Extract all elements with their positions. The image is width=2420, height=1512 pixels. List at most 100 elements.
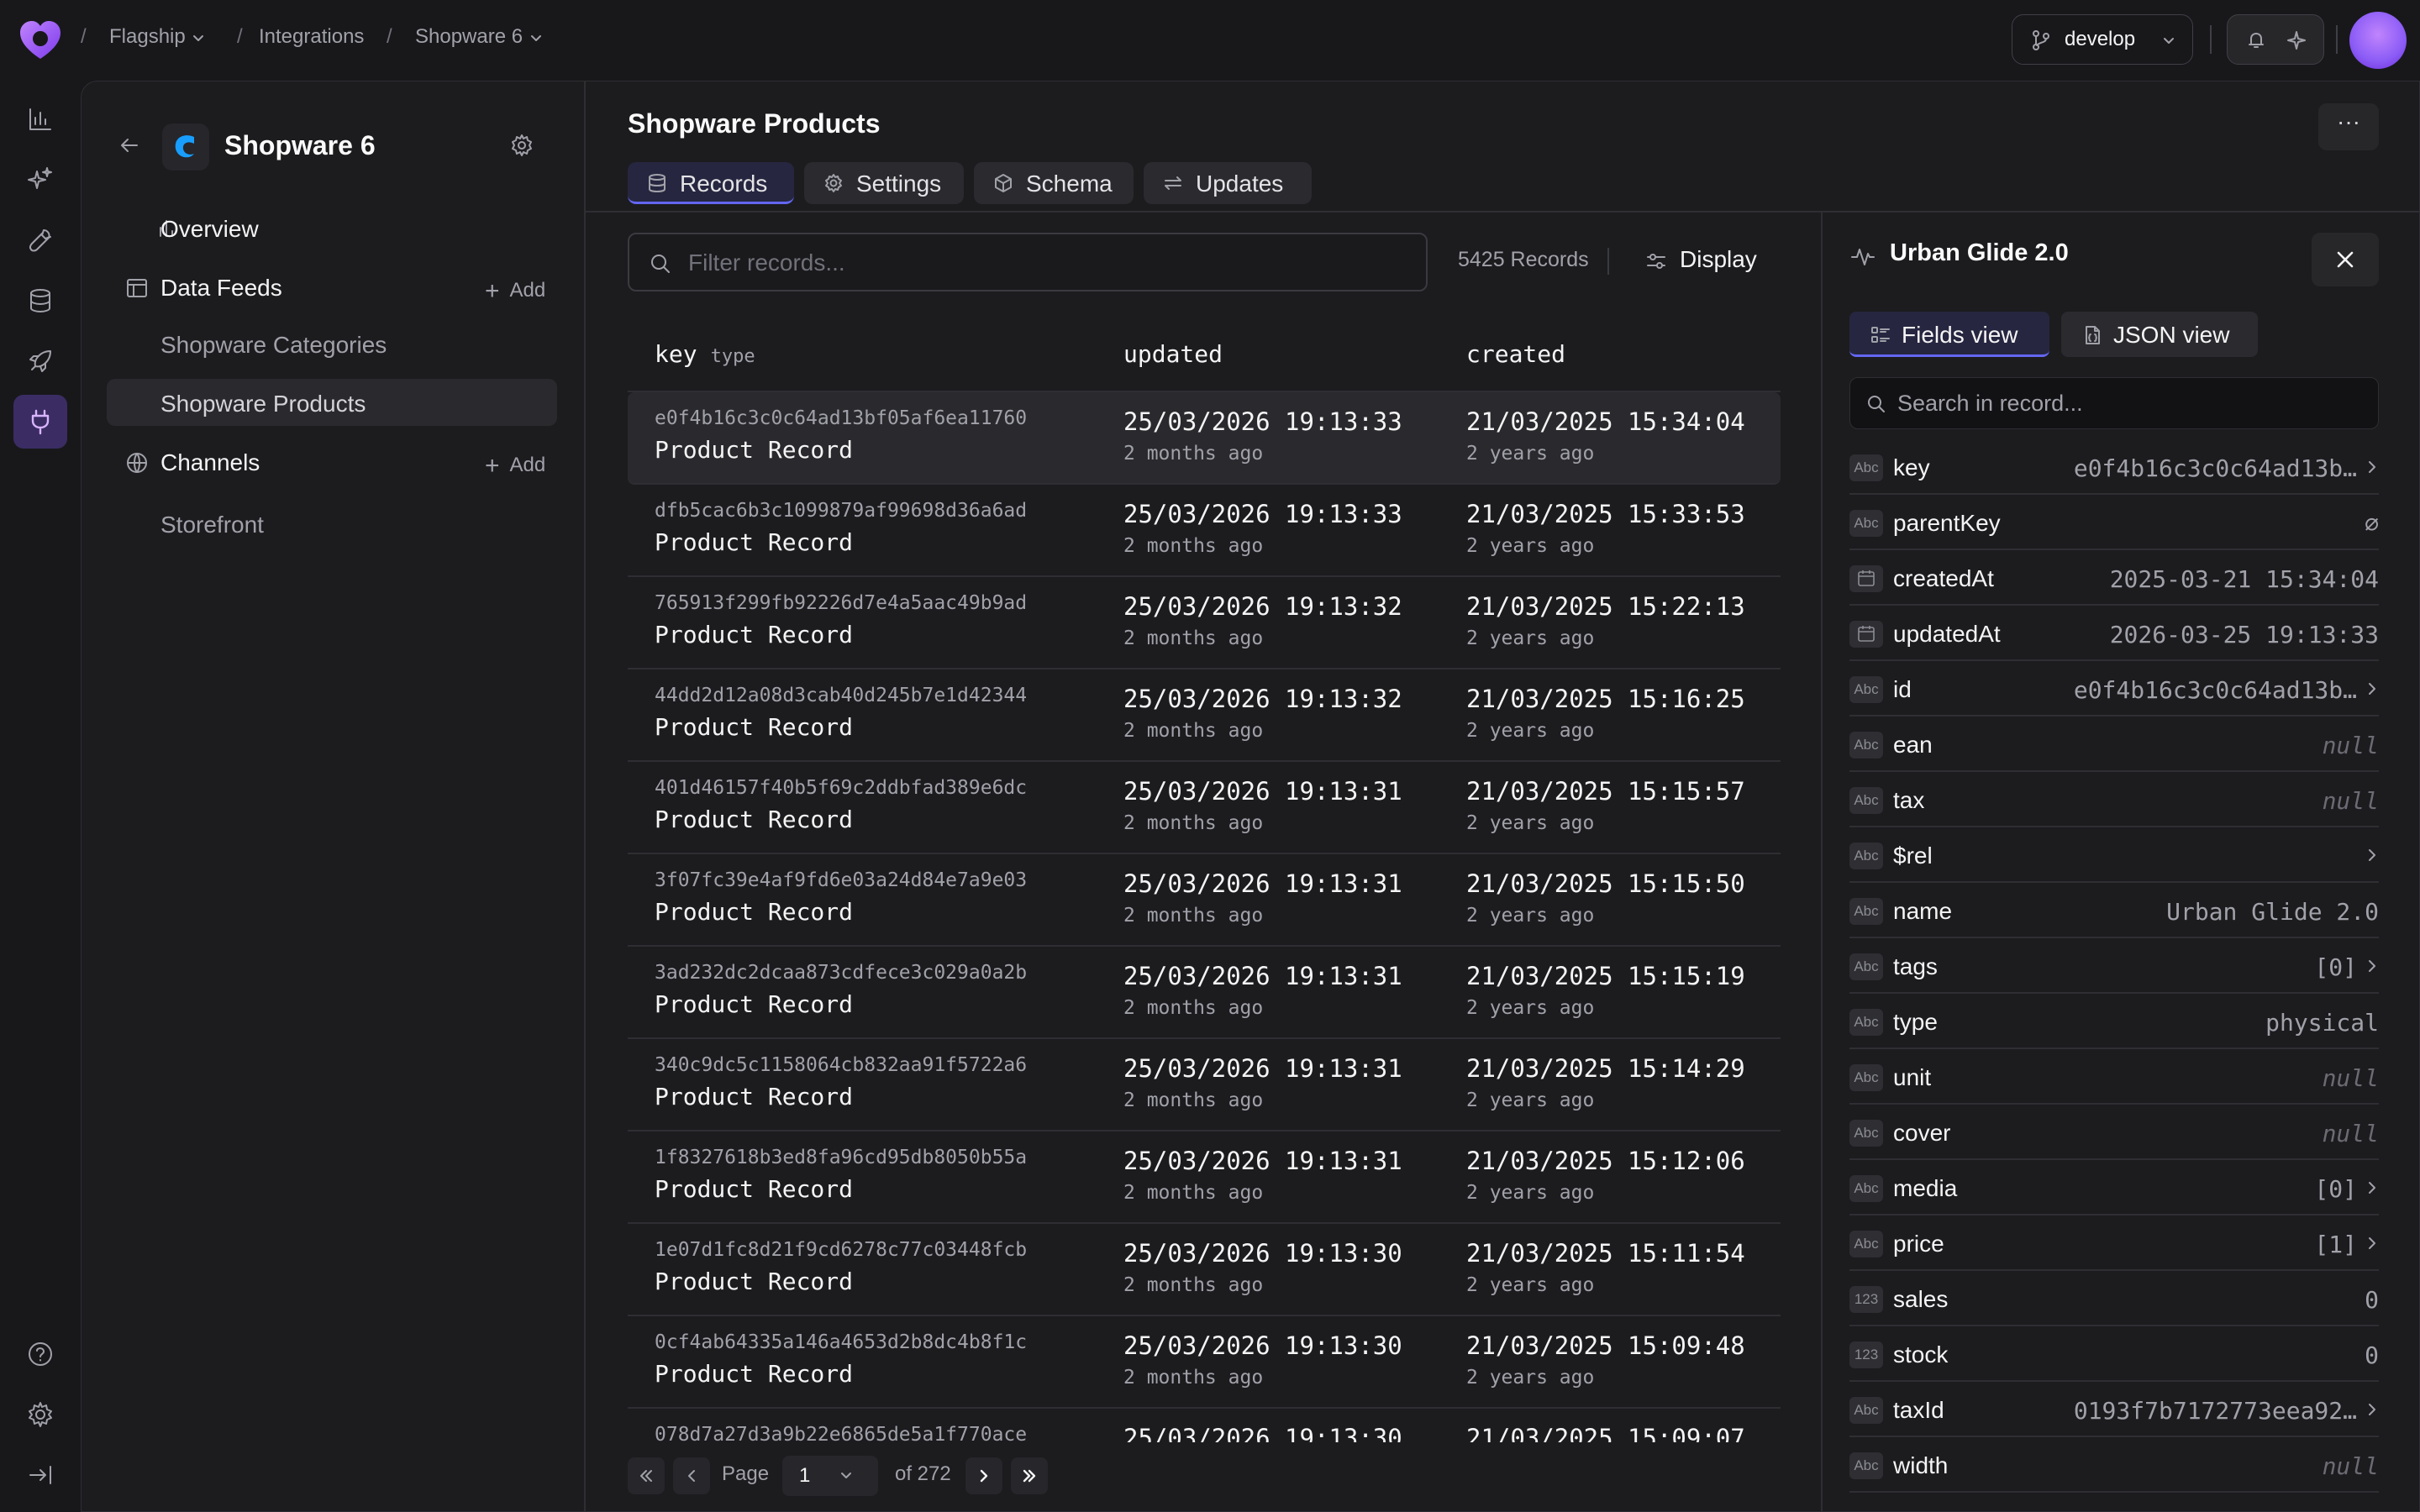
field-row[interactable]: Abc taxId 0193f7b7172773eea92… [1849,1382,2379,1437]
nav-channels-label: Channels [160,449,260,475]
field-name: stock [1893,1341,1949,1368]
tab-records[interactable]: Records [628,162,794,204]
channel-label: Storefront [160,512,264,538]
record-search-input[interactable]: Search in record... [1849,377,2379,429]
add-label: Add [509,454,546,476]
add-data-feed-button[interactable]: + Add [485,275,545,305]
breadcrumb-integration[interactable]: Shopware 6 [415,25,544,49]
sliders-icon [1647,254,1665,269]
json-view-tab[interactable]: JSON view [2061,312,2258,357]
rail-analytics[interactable] [13,92,67,146]
branch-selector[interactable]: develop [2012,14,2193,65]
add-channel-button[interactable]: + Add [485,449,546,480]
rail-settings[interactable] [13,1388,67,1441]
last-page-button[interactable] [1011,1457,1048,1494]
field-row[interactable]: Abc key e0f4b16c3c0c64ad13b… [1849,439,2379,495]
field-row[interactable]: Abc $rel [1849,827,2379,883]
nav-feed-item[interactable]: Shopware Categories [107,320,557,367]
record-updated: 25/03/2026 19:13:30 [1123,1331,1402,1360]
filter-input[interactable]: Filter records... [628,233,1428,291]
back-arrow-icon[interactable] [115,132,142,159]
close-panel-button[interactable] [2312,233,2379,286]
more-options-button[interactable]: ··· [2318,103,2379,150]
rail-integrations[interactable] [13,395,67,449]
rail-collapse[interactable] [13,1448,67,1502]
table-row[interactable]: 44dd2d12a08d3cab40d245b7e1d42344 Product … [628,669,1781,762]
table-row[interactable]: dfb5cac6b3c1099879af99698d36a6ad Product … [628,485,1781,577]
rail-ai[interactable] [13,153,67,207]
tools-icon [29,229,51,252]
tab-schema[interactable]: Schema [974,162,1134,204]
bell-icon[interactable] [2244,29,2268,52]
field-row[interactable]: Abc price [1] [1849,1215,2379,1271]
field-value: 2025-03-21 15:34:04 [2109,565,2379,593]
record-key: 3f07fc39e4af9fd6e03a24d84e7a9e03 [655,869,1028,891]
nav-data-feeds[interactable]: Data Feeds + Add [107,263,557,310]
record-key: 765913f299fb92226d7e4a5aac49b9ad [655,592,1028,614]
record-created: 21/03/2025 15:12:06 [1466,1147,1745,1175]
record-created: 21/03/2025 15:33:53 [1466,500,1745,528]
field-row[interactable]: Abc id e0f4b16c3c0c64ad13b… [1849,661,2379,717]
column-header-key[interactable]: key type [655,340,755,368]
table-row[interactable]: 340c9dc5c1158064cb832aa91f5722a6 Product … [628,1039,1781,1131]
breadcrumb-separator: / [387,25,392,48]
record-count: 5425 Records [1458,248,1589,271]
record-created: 21/03/2025 15:11:54 [1466,1239,1745,1268]
table-row[interactable]: 765913f299fb92226d7e4a5aac49b9ad Product … [628,577,1781,669]
tab-updates[interactable]: Updates [1144,162,1312,204]
table-row[interactable]: 1e07d1fc8d21f9cd6278c77c03448fcb Product … [628,1224,1781,1316]
json-view-label: JSON view [2113,322,2230,348]
record-updated: 25/03/2026 19:13:32 [1123,685,1402,713]
next-page-button[interactable] [965,1457,1002,1494]
field-value: Urban Glide 2.0 [2166,898,2379,926]
nav-channel-item[interactable]: Storefront [107,500,557,547]
nav-feed-item[interactable]: Shopware Products [107,379,557,426]
record-created-relative: 2 years ago [1466,1274,1595,1296]
record-key: 0cf4ab64335a146a4653d2b8dc4b8f1c [655,1331,1028,1353]
app-logo-icon[interactable] [17,17,64,64]
table-row[interactable]: 078d7a27d3a9b22e6865de5a1f770aceProduct … [628,1409,1781,1442]
field-row[interactable]: Abc media [0] [1849,1160,2379,1215]
field-row[interactable]: Abc tags [0] [1849,938,2379,994]
record-key: dfb5cac6b3c1099879af99698d36a6ad [655,500,1028,522]
table-row[interactable]: 0cf4ab64335a146a4653d2b8dc4b8f1c Product … [628,1316,1781,1409]
field-name: updatedAt [1893,621,2001,647]
record-key: 1f8327618b3ed8fa96cd95db8050b55a [655,1147,1028,1168]
field-name: id [1893,676,1912,702]
table-row[interactable]: 401d46157f40b5f69c2ddbfad389e6dc Product … [628,762,1781,854]
tab-settings[interactable]: Settings [804,162,964,204]
fields-view-tab[interactable]: Fields view [1849,312,2049,357]
field-row: Abc type physical [1849,994,2379,1049]
page-select[interactable]: 1 [782,1456,878,1496]
rail-database[interactable] [13,274,67,328]
column-header-updated[interactable]: updated [1123,340,1223,368]
breadcrumb-org[interactable]: Flagship [109,25,206,49]
record-type: Product Record [655,1083,854,1110]
table-row[interactable]: 3f07fc39e4af9fd6e03a24d84e7a9e03 Product … [628,854,1781,947]
field-value: null [2322,732,2379,759]
gear-icon[interactable] [508,132,535,159]
table-row[interactable]: e0f4b16c3c0c64ad13bf05af6ea11760 Product … [628,392,1781,485]
breadcrumb-section[interactable]: Integrations [259,25,364,49]
prev-page-button[interactable] [673,1457,710,1494]
string-type-badge: Abc [1849,1120,1883,1147]
record-updated: 25/03/2026 19:13:31 [1123,869,1402,898]
rail-tools[interactable] [13,213,67,267]
field-row: Abc tax null [1849,772,2379,827]
avatar[interactable] [2349,12,2407,69]
first-page-button[interactable] [628,1457,665,1494]
chevron-right-icon [2369,1182,2375,1194]
record-type: Product Record [655,1268,854,1295]
field-value: e0f4b16c3c0c64ad13b… [2073,454,2357,482]
divider [2210,25,2212,54]
table-row[interactable]: 1f8327618b3ed8fa96cd95db8050b55a Product … [628,1131,1781,1224]
nav-channels[interactable]: Channels + Add [107,438,557,485]
table-row[interactable]: 3ad232dc2dcaa873cdfece3c029a0a2b Product … [628,947,1781,1039]
double-chevron-right-icon [1023,1469,1036,1483]
record-created-relative: 2 years ago [1466,535,1595,557]
nav-overview[interactable]: Overview [107,204,557,251]
sparkle-icon[interactable] [2285,29,2308,52]
rail-deploy[interactable] [13,334,67,388]
column-header-created[interactable]: created [1466,340,1565,368]
rail-help[interactable] [13,1327,67,1381]
